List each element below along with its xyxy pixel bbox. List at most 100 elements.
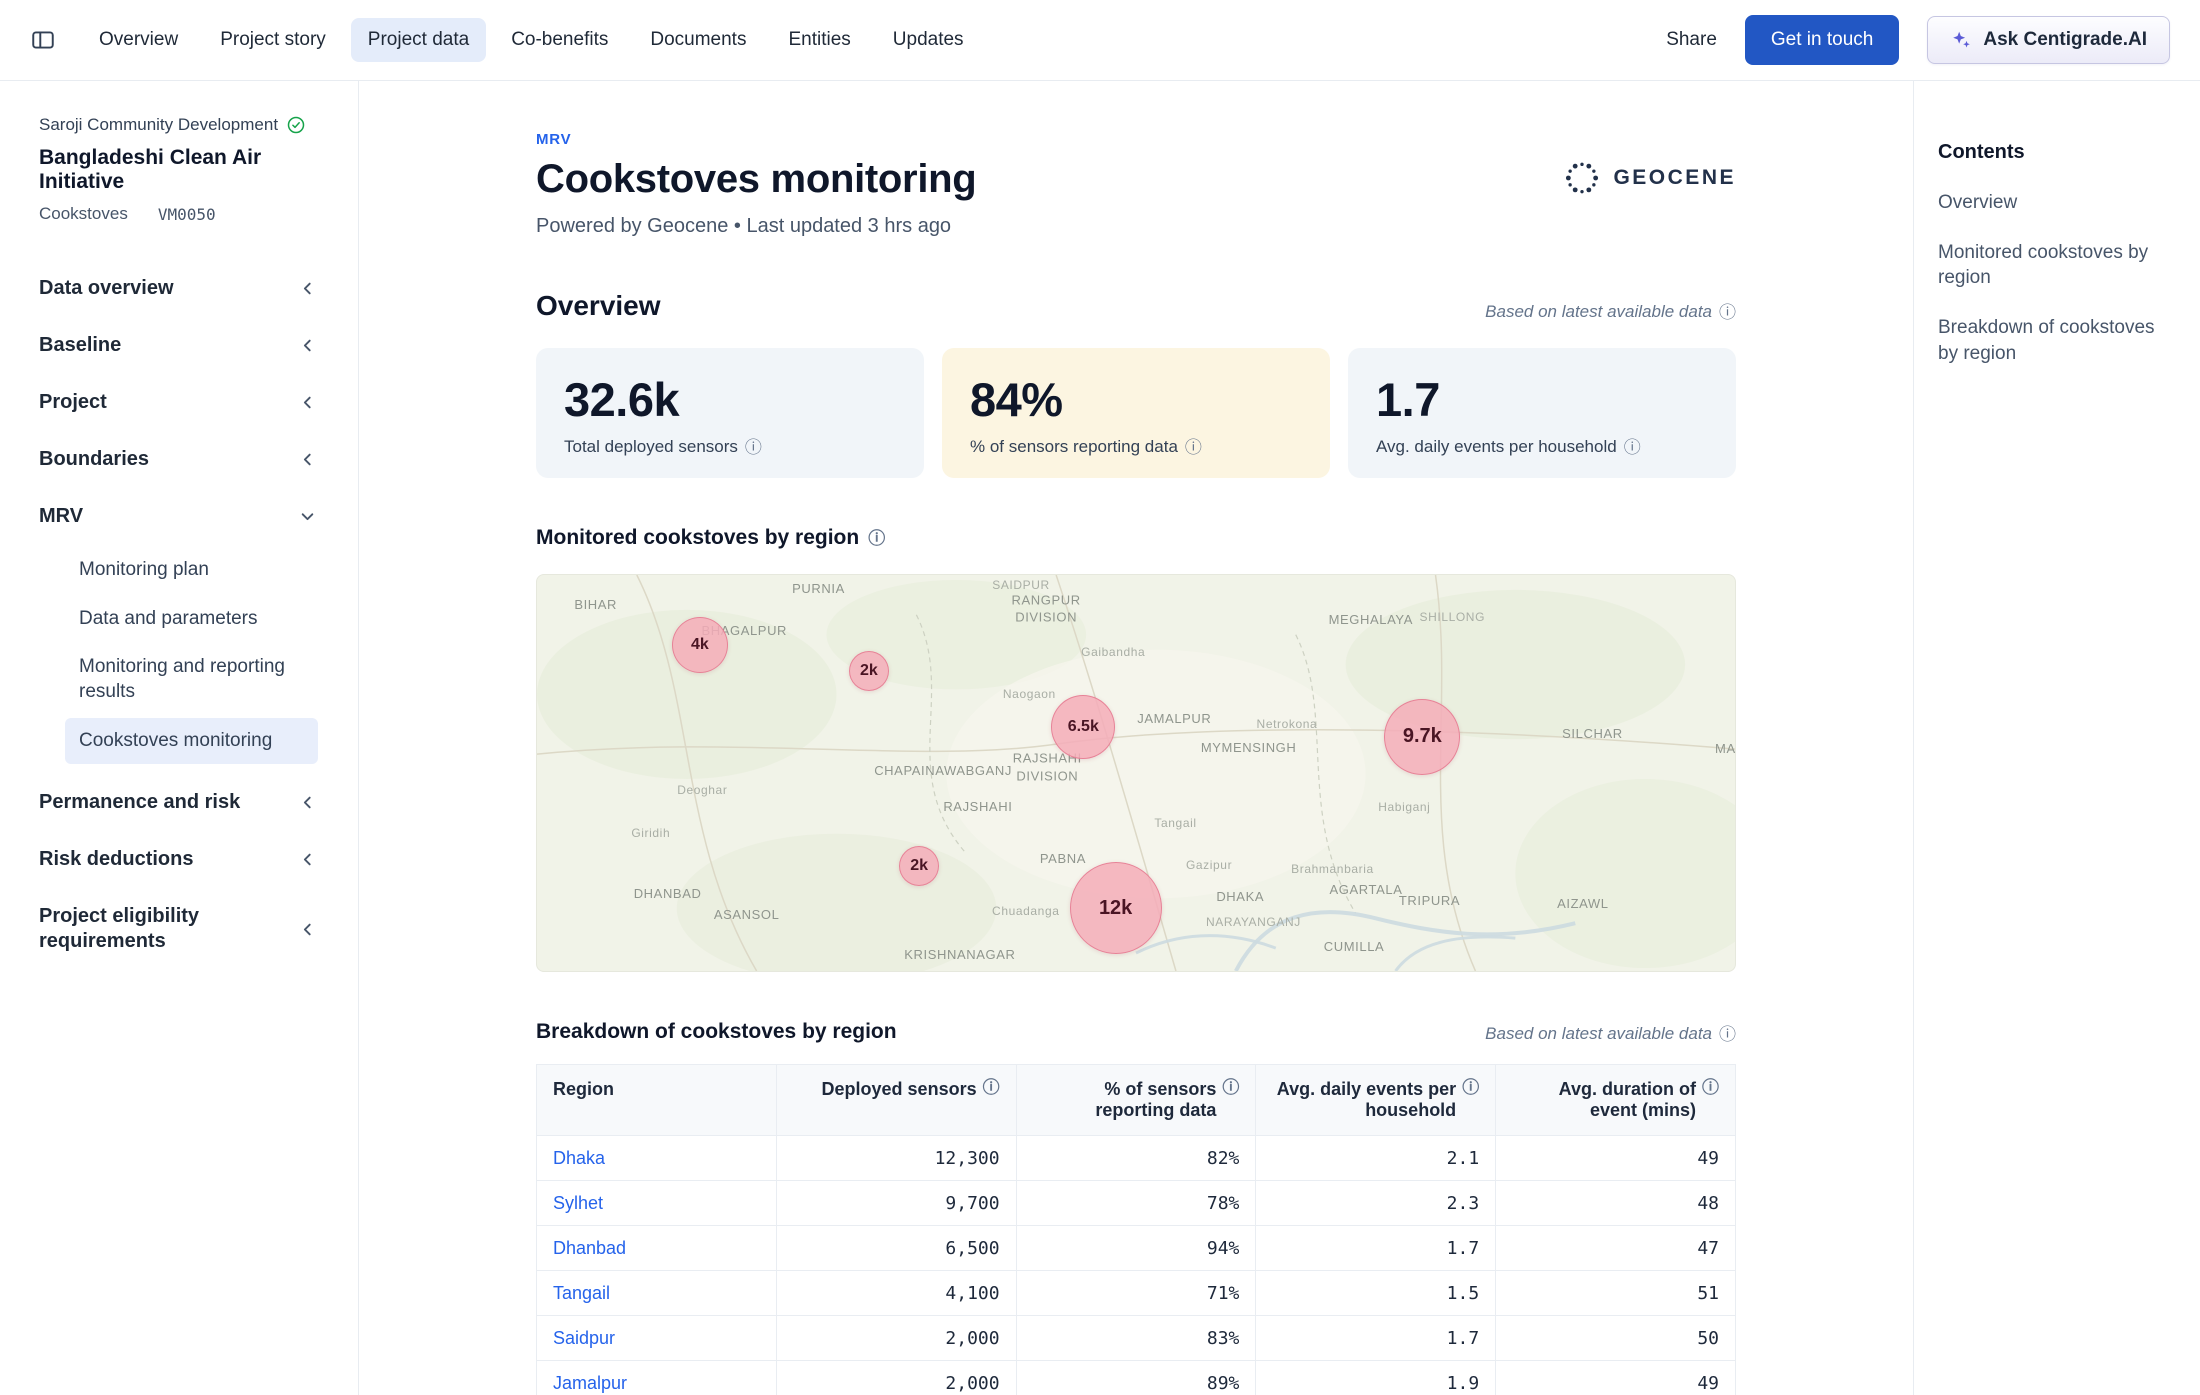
- stat-label: Total deployed sensors: [564, 437, 738, 457]
- project-tags: Cookstoves VM0050: [39, 204, 318, 224]
- nav-item-updates[interactable]: Updates: [876, 18, 981, 62]
- contents-link-overview[interactable]: Overview: [1938, 190, 2173, 216]
- overview-heading: Overview: [536, 290, 661, 322]
- column-header-avg-daily-events-per-household: Avg. daily events per household ⓘ: [1256, 1065, 1496, 1136]
- info-icon[interactable]: ⓘ: [1185, 439, 1202, 456]
- sidebar-item-monitoring-plan[interactable]: Monitoring plan: [65, 547, 318, 594]
- sidebar-section-mrv[interactable]: MRV: [39, 488, 318, 545]
- sidebar-item-monitoring-and-reporting-results[interactable]: Monitoring and reporting results: [65, 644, 318, 715]
- nav-item-co-benefits[interactable]: Co-benefits: [494, 18, 625, 62]
- map-section-heading: Monitored cookstoves by region ⓘ: [536, 526, 885, 550]
- info-icon[interactable]: ⓘ: [1624, 439, 1641, 456]
- map-bubble-marker[interactable]: 4k: [672, 617, 728, 673]
- stat-card-of-sensors-reporting-data: 84%% of sensors reporting dataⓘ: [942, 348, 1330, 478]
- region-breakdown-table: RegionDeployed sensorsⓘ% of sensors repo…: [536, 1064, 1736, 1395]
- map-bubble-marker[interactable]: 2k: [899, 846, 939, 886]
- region-map[interactable]: BIHARPURNIASAIDPURRANGPUR DIVISIONMEGHAL…: [536, 574, 1736, 972]
- region-link-dhanbad[interactable]: Dhanbad: [553, 1238, 626, 1258]
- cell-reporting: 78%: [1016, 1181, 1256, 1226]
- sparkle-icon: [1950, 29, 1972, 51]
- info-icon[interactable]: ⓘ: [1222, 1079, 1239, 1096]
- column-header-label: Avg. duration of event (mins): [1512, 1079, 1696, 1121]
- info-icon[interactable]: ⓘ: [1719, 1026, 1736, 1043]
- map-bubble-marker[interactable]: 2k: [849, 651, 889, 691]
- info-icon[interactable]: ⓘ: [1719, 304, 1736, 321]
- sidebar-toggle-button[interactable]: [30, 27, 56, 53]
- column-header-label: Region: [553, 1079, 614, 1100]
- column-header-label: % of sensors reporting data: [1033, 1079, 1217, 1121]
- nav-item-project-data[interactable]: Project data: [351, 18, 486, 62]
- main-nav: OverviewProject storyProject dataCo-bene…: [82, 18, 981, 62]
- info-icon[interactable]: ⓘ: [983, 1079, 1000, 1096]
- nav-item-documents[interactable]: Documents: [633, 18, 763, 62]
- contents-heading: Contents: [1938, 141, 2180, 164]
- info-icon[interactable]: ⓘ: [868, 530, 885, 547]
- breadcrumb: MRV: [536, 131, 976, 148]
- map-bubble-marker[interactable]: 9.7k: [1384, 699, 1460, 775]
- contents-panel: Contents Overview Monitored cookstoves by…: [1913, 81, 2200, 1395]
- chevron-left-icon: [297, 849, 318, 870]
- column-header-avg-duration-of-event-mins: Avg. duration of event (mins) ⓘ: [1496, 1065, 1736, 1136]
- info-icon[interactable]: ⓘ: [745, 439, 762, 456]
- info-icon[interactable]: ⓘ: [1462, 1079, 1479, 1096]
- tag-methodology: Cookstoves: [39, 204, 128, 224]
- stat-value: 1.7: [1376, 372, 1708, 427]
- ask-ai-label: Ask Centigrade.AI: [1983, 29, 2147, 51]
- region-link-saidpur[interactable]: Saidpur: [553, 1328, 615, 1348]
- based-on-note: Based on latest available data ⓘ: [1485, 1024, 1736, 1044]
- cell-deployed: 2,000: [776, 1361, 1016, 1395]
- sidebar-item-data-and-parameters[interactable]: Data and parameters: [65, 596, 318, 643]
- column-header-region: Region: [537, 1065, 777, 1136]
- region-link-tangail[interactable]: Tangail: [553, 1283, 610, 1303]
- region-link-dhaka[interactable]: Dhaka: [553, 1148, 605, 1168]
- sidebar-section-project[interactable]: Project: [39, 374, 318, 431]
- contents-link-breakdown-of-cookstoves-by-region[interactable]: Breakdown of cookstoves by region: [1938, 315, 2173, 366]
- region-link-jamalpur[interactable]: Jamalpur: [553, 1373, 627, 1393]
- geocene-logo: GEOCENE: [1561, 157, 1736, 199]
- nav-item-entities[interactable]: Entities: [771, 18, 867, 62]
- column-header-label: Avg. daily events per household: [1272, 1079, 1456, 1121]
- sidebar-section-label: Project: [39, 390, 107, 415]
- cell-events: 2.3: [1256, 1181, 1496, 1226]
- nav-item-overview[interactable]: Overview: [82, 18, 195, 62]
- org-row: Saroji Community Development: [39, 115, 318, 135]
- cell-duration: 49: [1496, 1361, 1736, 1395]
- powered-by-text: Powered by Geocene • Last updated 3 hrs …: [536, 215, 976, 238]
- table-row: Jamalpur2,00089%1.949: [537, 1361, 1736, 1395]
- cell-duration: 49: [1496, 1136, 1736, 1181]
- region-link-sylhet[interactable]: Sylhet: [553, 1193, 603, 1213]
- ask-ai-button[interactable]: Ask Centigrade.AI: [1927, 16, 2170, 64]
- map-bubble-marker[interactable]: 6.5k: [1051, 695, 1115, 759]
- share-button[interactable]: Share: [1666, 29, 1717, 51]
- org-name: Saroji Community Development: [39, 115, 278, 135]
- geocene-logo-icon: [1561, 157, 1603, 199]
- sidebar-section-risk-deductions[interactable]: Risk deductions: [39, 831, 318, 888]
- info-icon[interactable]: ⓘ: [1702, 1079, 1719, 1096]
- geocene-logo-text: GEOCENE: [1613, 166, 1736, 190]
- map-bubble-marker[interactable]: 12k: [1070, 862, 1162, 954]
- sidebar-item-cookstoves-monitoring[interactable]: Cookstoves monitoring: [65, 718, 318, 765]
- stat-label: % of sensors reporting data: [970, 437, 1178, 457]
- sidebar-section-data-overview[interactable]: Data overview: [39, 260, 318, 317]
- sidebar-section-label: MRV: [39, 504, 83, 529]
- cell-duration: 51: [1496, 1271, 1736, 1316]
- contents-link-monitored-cookstoves-by-region[interactable]: Monitored cookstoves by region: [1938, 240, 2173, 291]
- cell-reporting: 71%: [1016, 1271, 1256, 1316]
- sidebar-section-permanence-and-risk[interactable]: Permanence and risk: [39, 774, 318, 831]
- sidebar-section-baseline[interactable]: Baseline: [39, 317, 318, 374]
- top-navigation: OverviewProject storyProject dataCo-bene…: [0, 0, 2200, 81]
- page-header: MRV Cookstoves monitoring Powered by Geo…: [536, 131, 1736, 238]
- sidebar-section-label: Data overview: [39, 276, 174, 301]
- cell-events: 1.9: [1256, 1361, 1496, 1395]
- cell-events: 1.7: [1256, 1316, 1496, 1361]
- nav-item-project-story[interactable]: Project story: [203, 18, 343, 62]
- cell-deployed: 6,500: [776, 1226, 1016, 1271]
- sidebar-section-label: Risk deductions: [39, 847, 193, 872]
- nav-actions: Share Get in touch Ask Centigrade.AI: [1666, 15, 2170, 65]
- sidebar-section-label: Permanence and risk: [39, 790, 240, 815]
- get-in-touch-button[interactable]: Get in touch: [1745, 15, 1899, 65]
- project-title: Bangladeshi Clean Air Initiative: [39, 146, 318, 194]
- stat-card-total-deployed-sensors: 32.6kTotal deployed sensorsⓘ: [536, 348, 924, 478]
- sidebar-section-project-eligibility-requirements[interactable]: Project eligibility requirements: [39, 888, 318, 970]
- sidebar-section-boundaries[interactable]: Boundaries: [39, 431, 318, 488]
